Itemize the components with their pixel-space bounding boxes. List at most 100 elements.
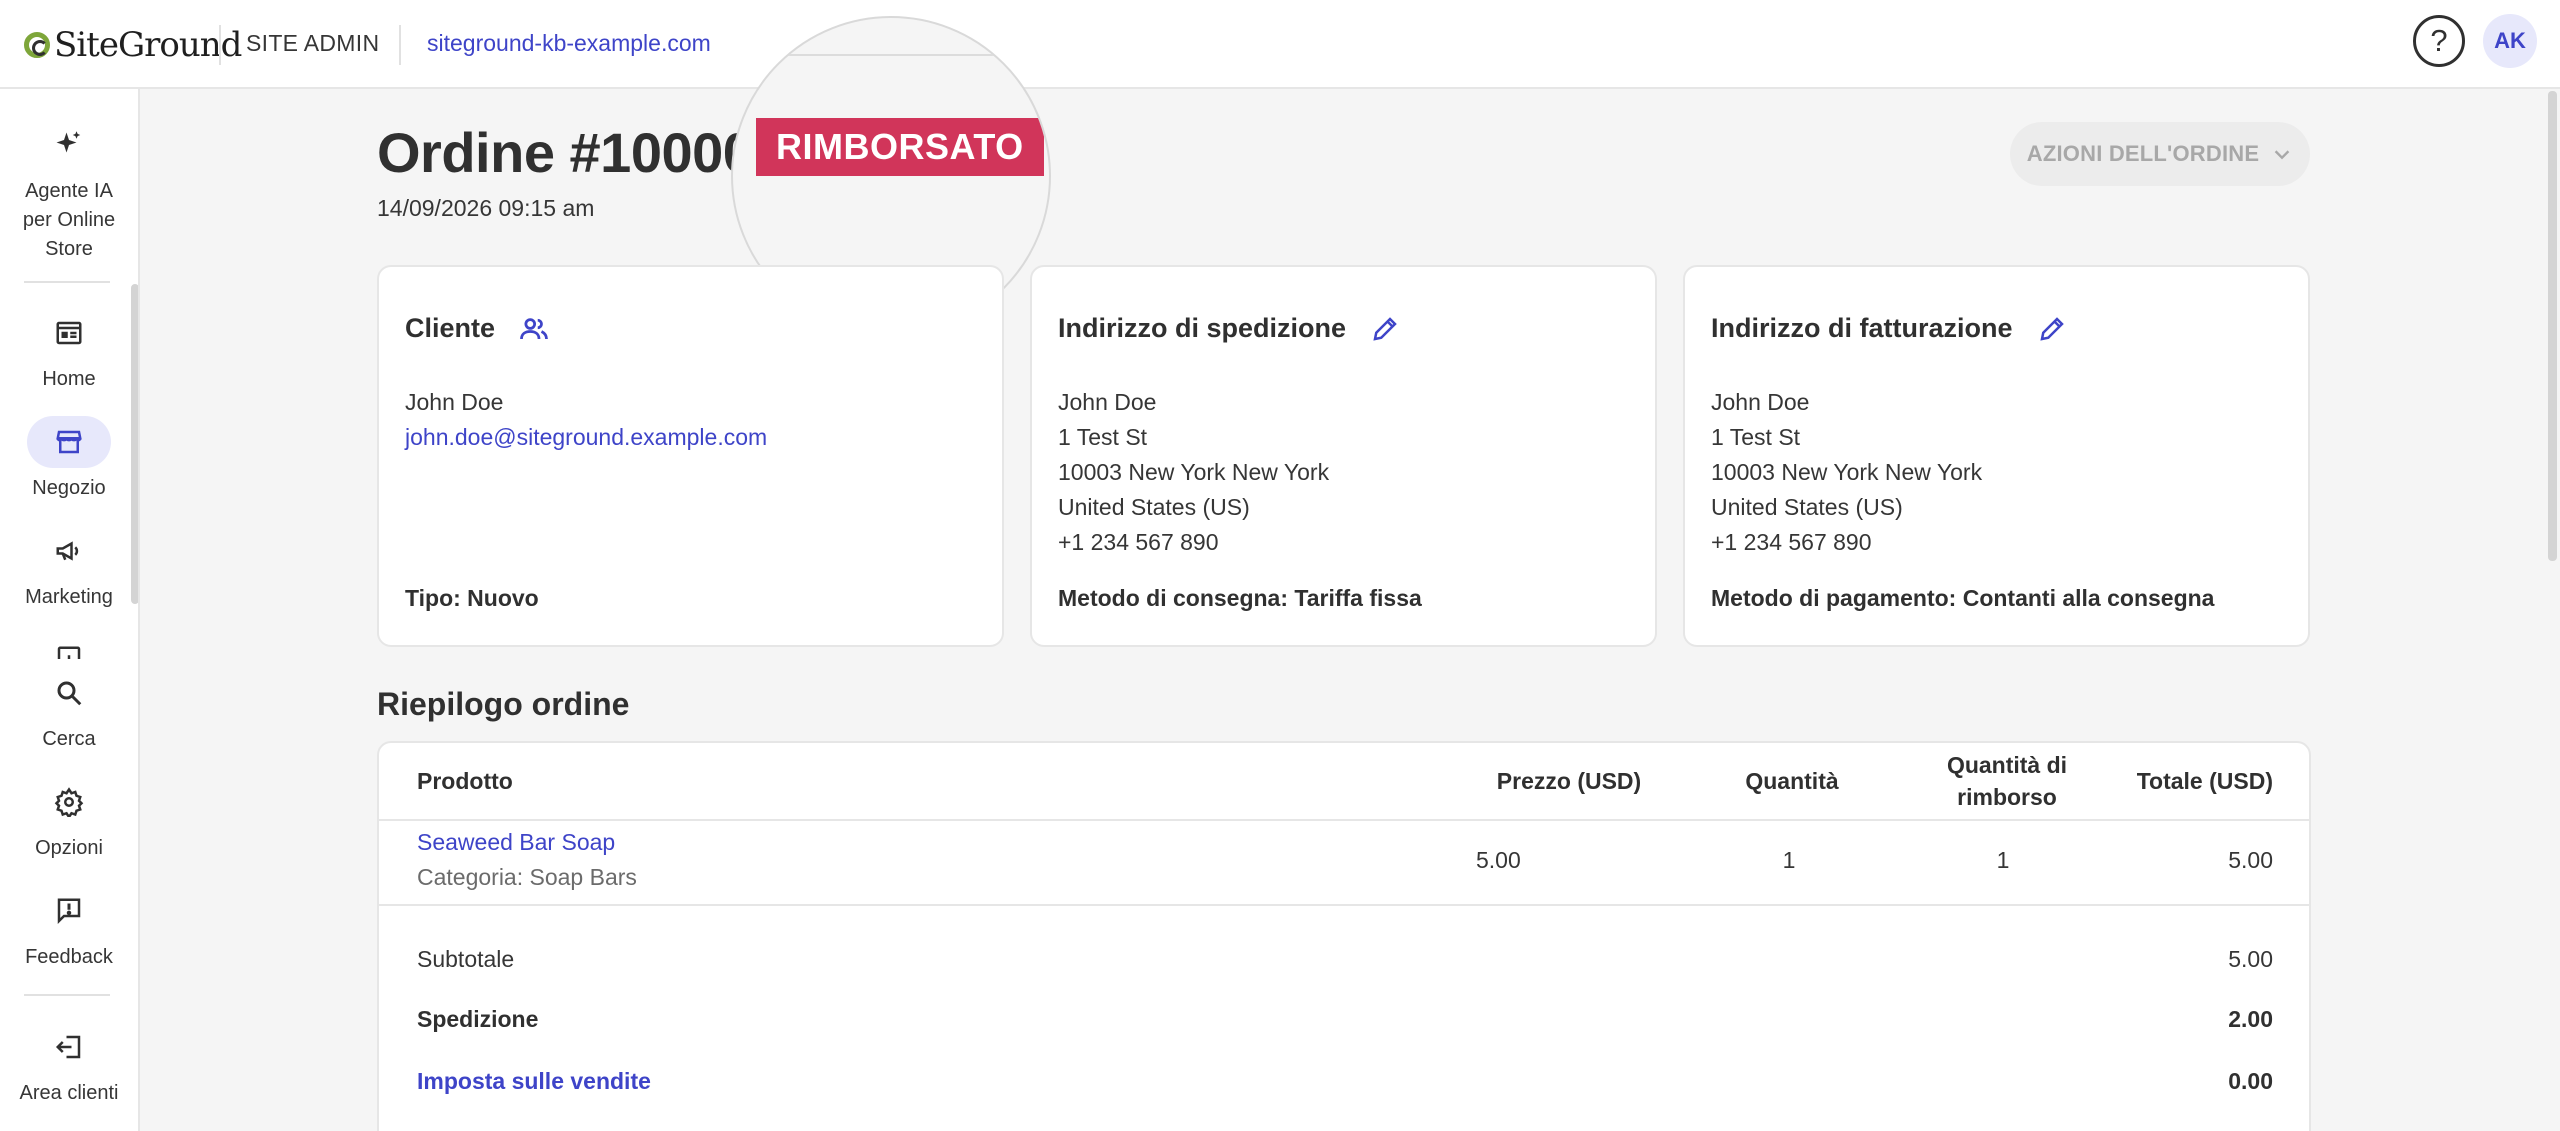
billing-address-card: Indirizzo di fatturazione John Doe 1 Tes… xyxy=(1683,265,2310,647)
sidebar-item-label: Area clienti xyxy=(19,1082,119,1104)
chevron-down-icon xyxy=(2274,150,2290,160)
top-bar: SiteGround SITE ADMIN siteground-kb-exam… xyxy=(0,0,2560,89)
pencil-edit-icon[interactable] xyxy=(2037,314,2067,344)
sidebar-divider xyxy=(24,281,110,283)
customer-name: John Doe xyxy=(405,389,504,415)
customer-email-link[interactable]: john.doe@siteground.example.com xyxy=(405,420,767,455)
sidebar-divider xyxy=(24,994,110,996)
customer-card-title: Cliente xyxy=(405,313,549,344)
feedback-message-icon xyxy=(27,885,111,937)
order-actions-label: AZIONI DELL'ORDINE xyxy=(2026,141,2260,166)
sidebar-item-label: Opzioni xyxy=(35,837,103,859)
address-line: John Doe xyxy=(1711,389,1810,415)
subtotal-label: Subtotale xyxy=(417,946,515,972)
storefront-icon xyxy=(27,416,111,468)
product-total: 5.00 xyxy=(2228,847,2273,873)
sidebar-item-label: per Online xyxy=(22,209,116,231)
address-line: United States (US) xyxy=(1058,494,1250,520)
order-date: 14/09/2026 09:15 am xyxy=(377,195,595,221)
sidebar-item-reports-partial[interactable] xyxy=(0,639,138,659)
sales-tax-link[interactable]: Imposta sulle vendite xyxy=(417,1068,651,1095)
pencil-edit-icon[interactable] xyxy=(1370,314,1400,344)
browser-window-icon xyxy=(27,307,111,359)
sidebar-item-home[interactable]: Home xyxy=(0,307,138,394)
shipping-value: 2.00 xyxy=(2228,1006,2273,1032)
address-line: 10003 New York New York xyxy=(1711,459,1983,485)
sidebar-item-label: Feedback xyxy=(25,946,113,968)
payment-method: Metodo di pagamento: Contanti alla conse… xyxy=(1711,585,2215,611)
sidebar-item-label: Store xyxy=(45,238,93,260)
page-scrollbar[interactable] xyxy=(2548,91,2557,561)
table-divider xyxy=(379,904,2309,906)
customer-card: Cliente John Doe john.doe@siteground.exa… xyxy=(377,265,1004,647)
search-icon xyxy=(27,667,111,719)
order-actions-button[interactable]: AZIONI DELL'ORDINE xyxy=(2010,122,2310,186)
shipping-card-title: Indirizzo di spedizione xyxy=(1058,313,1400,344)
address-line: +1 234 567 890 xyxy=(1058,529,1219,555)
sidebar-item-cerca[interactable]: Cerca xyxy=(0,667,138,754)
address-line: United States (US) xyxy=(1711,494,1903,520)
sidebar-item-ai-agent[interactable]: Agente IA per Online Store xyxy=(0,119,138,264)
card-title-text: Cliente xyxy=(405,313,496,343)
sidebar-item-label: Negozio xyxy=(32,477,106,499)
page-title: Ordine #10000 xyxy=(377,121,754,184)
customer-type: Tipo: Nuovo xyxy=(405,585,539,611)
sidebar-item-feedback[interactable]: Feedback xyxy=(0,885,138,972)
card-title-text: Indirizzo di fatturazione xyxy=(1711,313,2013,343)
address-line: 1 Test St xyxy=(1711,424,1801,450)
customer-details: John Doe john.doe@siteground.example.com xyxy=(405,385,767,455)
address-line: +1 234 567 890 xyxy=(1711,529,1872,555)
product-category: Categoria: Soap Bars xyxy=(417,864,637,890)
sidebar-item-label: Cerca xyxy=(42,728,96,750)
address-line: John Doe xyxy=(1058,389,1157,415)
question-mark-circle-icon: ? xyxy=(2430,23,2448,58)
sidebar-item-negozio[interactable]: Negozio xyxy=(0,416,138,503)
order-summary-table: Prodotto Prezzo (USD) Quantità Quantità … xyxy=(377,741,2311,1131)
sidebar-item-label: Marketing xyxy=(25,586,113,608)
table-divider xyxy=(379,819,2309,821)
card-title-text: Indirizzo di spedizione xyxy=(1058,313,1347,343)
billing-card-title: Indirizzo di fatturazione xyxy=(1711,313,2067,344)
product-link[interactable]: Seaweed Bar Soap xyxy=(417,829,615,856)
megaphone-icon xyxy=(27,525,111,577)
users-icon[interactable] xyxy=(519,314,549,344)
address-line: 10003 New York New York xyxy=(1058,459,1330,485)
product-refund-quantity: 1 xyxy=(1996,847,2010,873)
column-header-price: Prezzo (USD) xyxy=(1496,768,1642,794)
logo-text: SiteGround xyxy=(54,25,242,65)
site-admin-label: SITE ADMIN xyxy=(246,30,380,56)
sidebar-item-label: Home xyxy=(42,368,96,390)
sidebar-item-area-clienti[interactable]: Area clienti xyxy=(0,1021,138,1108)
report-icon xyxy=(27,639,111,659)
shipping-label: Spedizione xyxy=(417,1006,539,1032)
divider xyxy=(399,25,401,65)
status-badge: RIMBORSATO xyxy=(756,118,1044,176)
exit-icon xyxy=(27,1021,111,1073)
avatar[interactable]: AK xyxy=(2483,14,2537,68)
siteground-logo-icon xyxy=(24,32,50,58)
site-domain-link[interactable]: siteground-kb-example.com xyxy=(427,30,711,57)
divider xyxy=(219,25,221,65)
column-header-total: Totale (USD) xyxy=(2136,768,2273,794)
zoom-guide-line xyxy=(733,54,1049,56)
product-quantity: 1 xyxy=(1782,847,1796,873)
siteground-logo[interactable]: SiteGround xyxy=(24,22,242,68)
help-button[interactable]: ? xyxy=(2413,15,2465,67)
sales-tax-value: 0.00 xyxy=(2228,1068,2273,1094)
sidebar-scrollbar[interactable] xyxy=(131,284,138,604)
sidebar-item-label: Agente IA xyxy=(25,180,113,202)
column-header-quantity: Quantità xyxy=(1745,768,1839,794)
gear-icon xyxy=(27,776,111,828)
product-price: 5.00 xyxy=(1476,847,1521,873)
address-line: 1 Test St xyxy=(1058,424,1148,450)
shipping-method: Metodo di consegna: Tariffa fissa xyxy=(1058,585,1422,611)
order-summary-title: Riepilogo ordine xyxy=(377,686,630,722)
billing-address-lines: John Doe 1 Test St 10003 New York New Yo… xyxy=(1711,385,1982,560)
sidebar: Agente IA per Online Store Home Negozio … xyxy=(0,89,140,1131)
column-header-product: Prodotto xyxy=(417,768,513,794)
sparkle-icon xyxy=(27,119,111,171)
sidebar-item-opzioni[interactable]: Opzioni xyxy=(0,776,138,863)
subtotal-value: 5.00 xyxy=(2228,946,2273,972)
sidebar-item-marketing[interactable]: Marketing xyxy=(0,525,138,612)
shipping-address-lines: John Doe 1 Test St 10003 New York New Yo… xyxy=(1058,385,1329,560)
